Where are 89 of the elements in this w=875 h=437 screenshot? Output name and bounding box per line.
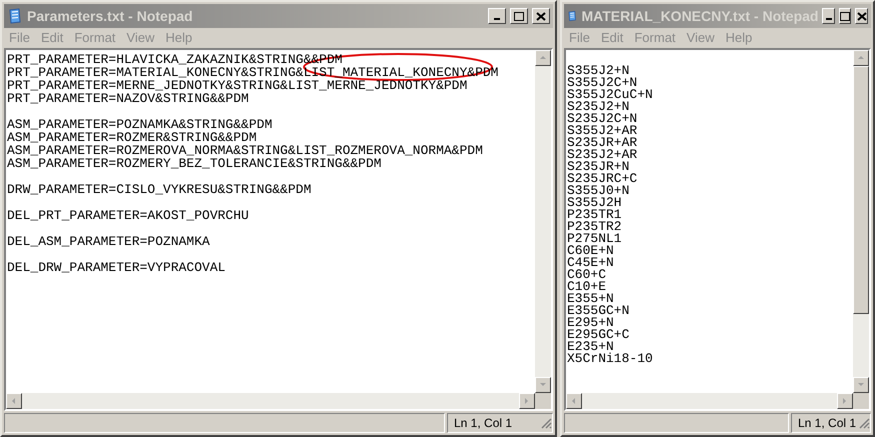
text-line: C10+E — [567, 281, 606, 293]
scrollbar-corner — [535, 393, 551, 409]
text-line: P235TR2 — [567, 221, 622, 233]
text-line: S235JRC+C — [567, 173, 638, 185]
scroll-down-button[interactable] — [853, 377, 869, 393]
scrollbar-corner — [853, 393, 869, 409]
up-arrow-icon — [539, 54, 547, 62]
text-line: ASM_PARAMETER=ROZMER&STRING&&PDM — [7, 131, 257, 144]
horizontal-scrollbar[interactable] — [6, 393, 535, 409]
minimize-icon — [494, 18, 500, 20]
notepad-icon — [7, 8, 23, 24]
close-button[interactable] — [855, 8, 868, 24]
text-area[interactable] — [4, 48, 553, 411]
menu-item[interactable]: Help — [161, 28, 196, 48]
text-line: ASM_PARAMETER=POZNAMKA&STRING&&PDM — [7, 118, 272, 131]
left-arrow-icon — [10, 397, 18, 405]
scroll-right-button[interactable] — [519, 393, 535, 409]
cursor-position: Ln 1, Col 1 — [454, 415, 512, 432]
text-line: S235JR+N — [567, 161, 630, 173]
text-line: ASM_PARAMETER=ROZMEROVA_NORMA&STRING&LIST_ROZMEROVA_NORMA&PDM — [7, 144, 483, 157]
menu-item[interactable]: Help — [721, 28, 756, 48]
resize-grip-icon[interactable] — [858, 417, 870, 429]
text-area[interactable] — [564, 48, 871, 411]
menu-item[interactable]: Edit — [596, 28, 628, 48]
text-line: S235J2+AR — [567, 149, 638, 161]
menu-item[interactable]: Edit — [36, 28, 68, 48]
text-line: E295GC+C — [567, 329, 630, 341]
vertical-scrollbar[interactable] — [853, 50, 869, 393]
text-line: DRW_PARAMETER=CISLO_VYKRESU&STRING&&PDM — [7, 183, 312, 196]
down-arrow-icon — [539, 381, 547, 389]
text-line: DEL_DRW_PARAMETER=VYPRACOVAL — [7, 261, 226, 274]
text-line: DEL_ASM_PARAMETER=POZNAMKA — [7, 235, 210, 248]
text-line: S235J2C+N — [567, 113, 638, 125]
text-line: S355J2C+N — [567, 77, 638, 89]
maximize-icon — [514, 12, 524, 20]
up-arrow-icon — [857, 54, 865, 62]
maximize-icon — [840, 12, 850, 20]
text-line: C45E+N — [567, 257, 614, 269]
text-line: S235JR+AR — [567, 137, 638, 149]
right-arrow-icon — [841, 397, 849, 405]
scroll-up-button[interactable] — [535, 50, 551, 66]
menu-item[interactable]: View — [682, 28, 718, 48]
text-line: S355J0+N — [567, 185, 630, 197]
horizontal-scrollbar[interactable] — [566, 393, 853, 409]
resize-grip-icon[interactable] — [540, 417, 552, 429]
right-arrow-icon — [523, 397, 531, 405]
scroll-up-button[interactable] — [853, 50, 869, 66]
text-line: C60+C — [567, 269, 606, 281]
maximize-button[interactable] — [838, 8, 852, 24]
cursor-position: Ln 1, Col 1 — [798, 415, 856, 432]
close-icon — [536, 12, 546, 20]
menu-item[interactable]: File — [565, 28, 594, 48]
text-line: PRT_PARAMETER=MERNE_JEDNOTKY&STRING&LIST_MERNE_JEDNOTKY&PDM — [7, 79, 468, 92]
window-title: Parameters.txt - Notepad — [27, 6, 194, 26]
maximize-button[interactable] — [510, 8, 528, 24]
text-line: S235J2+N — [567, 101, 630, 113]
minimize-icon — [826, 18, 832, 20]
menu-item[interactable]: Format — [630, 28, 680, 48]
down-arrow-icon — [857, 381, 865, 389]
text-line: E295+N — [567, 317, 614, 329]
close-button[interactable] — [532, 8, 550, 24]
text-line: E235+N — [567, 341, 614, 353]
minimize-button[interactable] — [822, 8, 835, 24]
notepad-icon — [567, 8, 578, 24]
scroll-left-button[interactable] — [566, 393, 582, 409]
scroll-thumb[interactable] — [853, 66, 869, 314]
menu-item[interactable]: Format — [70, 28, 120, 48]
text-line: E355+N — [567, 293, 614, 305]
menu-item[interactable]: File — [5, 28, 34, 48]
vertical-scrollbar[interactable] — [535, 50, 551, 393]
text-line: C60E+N — [567, 245, 614, 257]
text-line: PRT_PARAMETER=NAZOV&STRING&&PDM — [7, 92, 249, 105]
text-line: S355J2H — [567, 197, 622, 209]
text-line: DEL_PRT_PARAMETER=AKOST_POVRCHU — [7, 209, 249, 222]
close-icon — [856, 12, 867, 20]
scroll-down-button[interactable] — [535, 377, 551, 393]
minimize-button[interactable] — [488, 8, 506, 24]
left-arrow-icon — [570, 397, 578, 405]
menu-item[interactable]: View — [122, 28, 158, 48]
text-line: S355J2+N — [567, 65, 630, 77]
text-line: P275NL1 — [567, 233, 622, 245]
text-line: ASM_PARAMETER=ROZMERY_BEZ_TOLERANCIE&STRING&&PDM — [7, 157, 382, 170]
scroll-right-button[interactable] — [837, 393, 853, 409]
scroll-left-button[interactable] — [6, 393, 22, 409]
text-line: P235TR1 — [567, 209, 622, 221]
text-line: S355J2CuC+N — [567, 89, 653, 101]
text-line: X5CrNi18-10 — [567, 353, 653, 365]
text-line: E355GC+N — [567, 305, 630, 317]
text-line: S355J2+AR — [567, 125, 638, 137]
